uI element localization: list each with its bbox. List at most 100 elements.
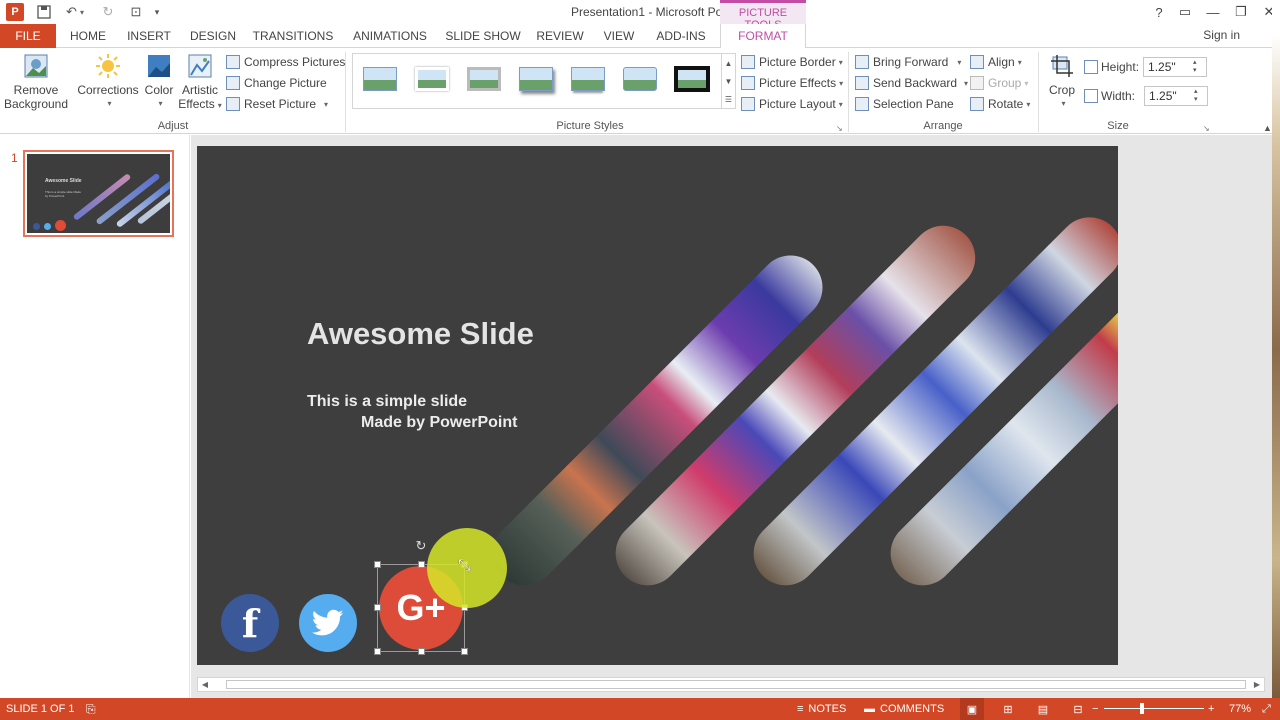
rotate-button[interactable]: Rotate ▾ [970, 94, 1030, 114]
zoom-slider[interactable] [1104, 698, 1204, 720]
resize-handle[interactable] [374, 561, 381, 568]
zoom-slider-thumb[interactable] [1140, 703, 1144, 714]
help-button[interactable]: ? [1146, 2, 1172, 22]
minimize-button[interactable]: — [1200, 2, 1226, 22]
tab-slide-show[interactable]: SLIDE SHOW [444, 24, 522, 48]
sign-in-link[interactable]: Sign in [1203, 28, 1240, 42]
rotate-handle-icon[interactable]: ↻ [414, 539, 428, 553]
picture-style-6[interactable] [619, 62, 661, 96]
maximize-button[interactable]: ❐ [1228, 2, 1254, 22]
tab-add-ins[interactable]: ADD-INS [650, 24, 712, 48]
picture-border-button[interactable]: Picture Border ▾ [741, 52, 843, 72]
picture-style-3[interactable] [463, 62, 505, 96]
group-button[interactable]: Group ▾ [970, 73, 1028, 93]
selection-pane-button[interactable]: Selection Pane [855, 94, 954, 114]
picture-effects-button[interactable]: Picture Effects ▾ [741, 73, 843, 93]
twitter-icon[interactable] [299, 594, 357, 652]
zoom-out-button[interactable]: − [1092, 698, 1098, 720]
facebook-icon[interactable]: f [221, 594, 279, 652]
slide-sorter-button[interactable]: ⊞ [998, 698, 1018, 720]
picture-style-1[interactable] [359, 62, 401, 96]
horizontal-scrollbar[interactable]: ◀ ▶ [197, 677, 1265, 692]
group-label: Group [988, 76, 1022, 90]
tab-insert[interactable]: INSERT [122, 24, 176, 48]
tab-transitions[interactable]: TRANSITIONS [250, 24, 336, 48]
slide-show-button[interactable]: ⊟ [1068, 698, 1088, 720]
redo-icon[interactable]: ↻ [98, 3, 118, 21]
height-input[interactable] [1143, 57, 1208, 77]
resize-handle[interactable] [374, 648, 381, 655]
comments-button[interactable]: ▬ COMMENTS [864, 698, 944, 720]
tab-file[interactable]: FILE [0, 24, 56, 48]
color-button[interactable]: Color ▾ [142, 52, 176, 111]
resize-cursor-icon: ⤡ [458, 557, 471, 574]
reading-view-button[interactable]: ▤ [1033, 698, 1053, 720]
reset-picture-button[interactable]: Reset Picture ▾ [226, 94, 328, 114]
undo-icon[interactable]: ↶ ▾ [62, 3, 88, 21]
resize-handle[interactable] [374, 604, 381, 611]
slide-subtitle-line-2[interactable]: Made by PowerPoint [361, 414, 517, 432]
chevron-down-icon: ▾ [158, 99, 163, 108]
scrollbar-thumb[interactable] [226, 680, 1246, 689]
tab-animations[interactable]: ANIMATIONS [346, 24, 434, 48]
artistic-effects-button[interactable]: Artistic Effects ▾ [178, 52, 222, 113]
tab-view[interactable]: VIEW [598, 24, 640, 48]
picture-style-2[interactable] [411, 62, 453, 96]
zoom-level[interactable]: 77% [1229, 698, 1251, 720]
picture-style-5[interactable] [567, 62, 609, 96]
remove-background-label-1: Remove [13, 83, 59, 97]
slide-canvas[interactable]: Awesome Slide This is a simple slide Mad… [197, 146, 1118, 665]
picture-layout-button[interactable]: Picture Layout ▾ [741, 94, 843, 114]
send-backward-icon [855, 76, 869, 90]
normal-view-icon: ▣ [966, 703, 978, 716]
thumbnail-title: Awesome Slide [45, 178, 82, 184]
compress-pictures-button[interactable]: Compress Pictures [226, 52, 345, 72]
tab-review[interactable]: REVIEW [532, 24, 588, 48]
picture-style-4[interactable] [515, 62, 557, 96]
notes-button[interactable]: ≡ NOTES [797, 698, 846, 720]
chevron-up-icon[interactable]: ▲ [725, 59, 733, 68]
corrections-button[interactable]: Corrections ▾ [76, 52, 140, 111]
normal-view-button[interactable]: ▣ [960, 698, 984, 720]
scroll-left-icon[interactable]: ◀ [198, 678, 212, 691]
start-from-beginning-icon[interactable]: ⊡ [126, 3, 146, 21]
resize-handle[interactable] [461, 648, 468, 655]
ribbon-display-options-button[interactable]: ▭ [1172, 2, 1198, 22]
resize-handle[interactable] [418, 648, 425, 655]
customize-qat-icon[interactable]: ▾ [150, 3, 164, 21]
width-label: Width: [1101, 89, 1136, 103]
gallery-more-icon[interactable]: ☰ [725, 95, 732, 104]
ribbon-tabs: FILE HOME INSERT DESIGN TRANSITIONS ANIM… [0, 24, 1280, 49]
slide-thumbnail-preview: Awesome Slide This is a simple slide Mad… [27, 154, 170, 233]
slide-title[interactable]: Awesome Slide [307, 316, 534, 352]
spell-check-icon[interactable]: ⎘ [86, 698, 96, 720]
tab-home[interactable]: HOME [62, 24, 114, 48]
change-picture-button[interactable]: Change Picture [226, 73, 327, 93]
group-divider [1038, 52, 1039, 132]
save-icon[interactable] [34, 3, 54, 21]
fit-slide-icon[interactable]: ⤢ [1262, 698, 1271, 720]
height-label: Height: [1101, 60, 1140, 74]
tab-format[interactable]: FORMAT [720, 24, 806, 49]
slide-thumbnail[interactable]: Awesome Slide This is a simple slide Mad… [23, 150, 174, 237]
width-input[interactable] [1144, 86, 1209, 106]
gallery-scroll[interactable]: ▲ ▼ ☰ [721, 54, 735, 108]
height-icon [1084, 60, 1098, 74]
width-spinner[interactable]: ▴ ▾ [1194, 88, 1198, 104]
send-backward-button[interactable]: Send Backward ▾ [855, 73, 968, 93]
picture-style-7[interactable] [671, 62, 713, 96]
remove-background-button[interactable]: Remove Background [4, 52, 68, 111]
color-icon [145, 52, 173, 80]
resize-handle[interactable] [418, 561, 425, 568]
ribbon: Remove Background Corrections ▾ Color ▾ … [0, 48, 1280, 134]
slide-subtitle-line-1[interactable]: This is a simple slide [307, 393, 467, 411]
scroll-right-icon[interactable]: ▶ [1250, 678, 1264, 691]
zoom-in-button[interactable]: + [1208, 698, 1214, 720]
chevron-down-icon[interactable]: ▼ [725, 77, 733, 86]
height-spinner[interactable]: ▴ ▾ [1193, 59, 1197, 75]
selection-pane-icon [855, 97, 869, 111]
crop-button[interactable]: Crop ▾ [1044, 52, 1080, 111]
bring-forward-button[interactable]: Bring Forward ▾ [855, 52, 961, 72]
align-button[interactable]: Align ▾ [970, 52, 1022, 72]
tab-design[interactable]: DESIGN [184, 24, 242, 48]
